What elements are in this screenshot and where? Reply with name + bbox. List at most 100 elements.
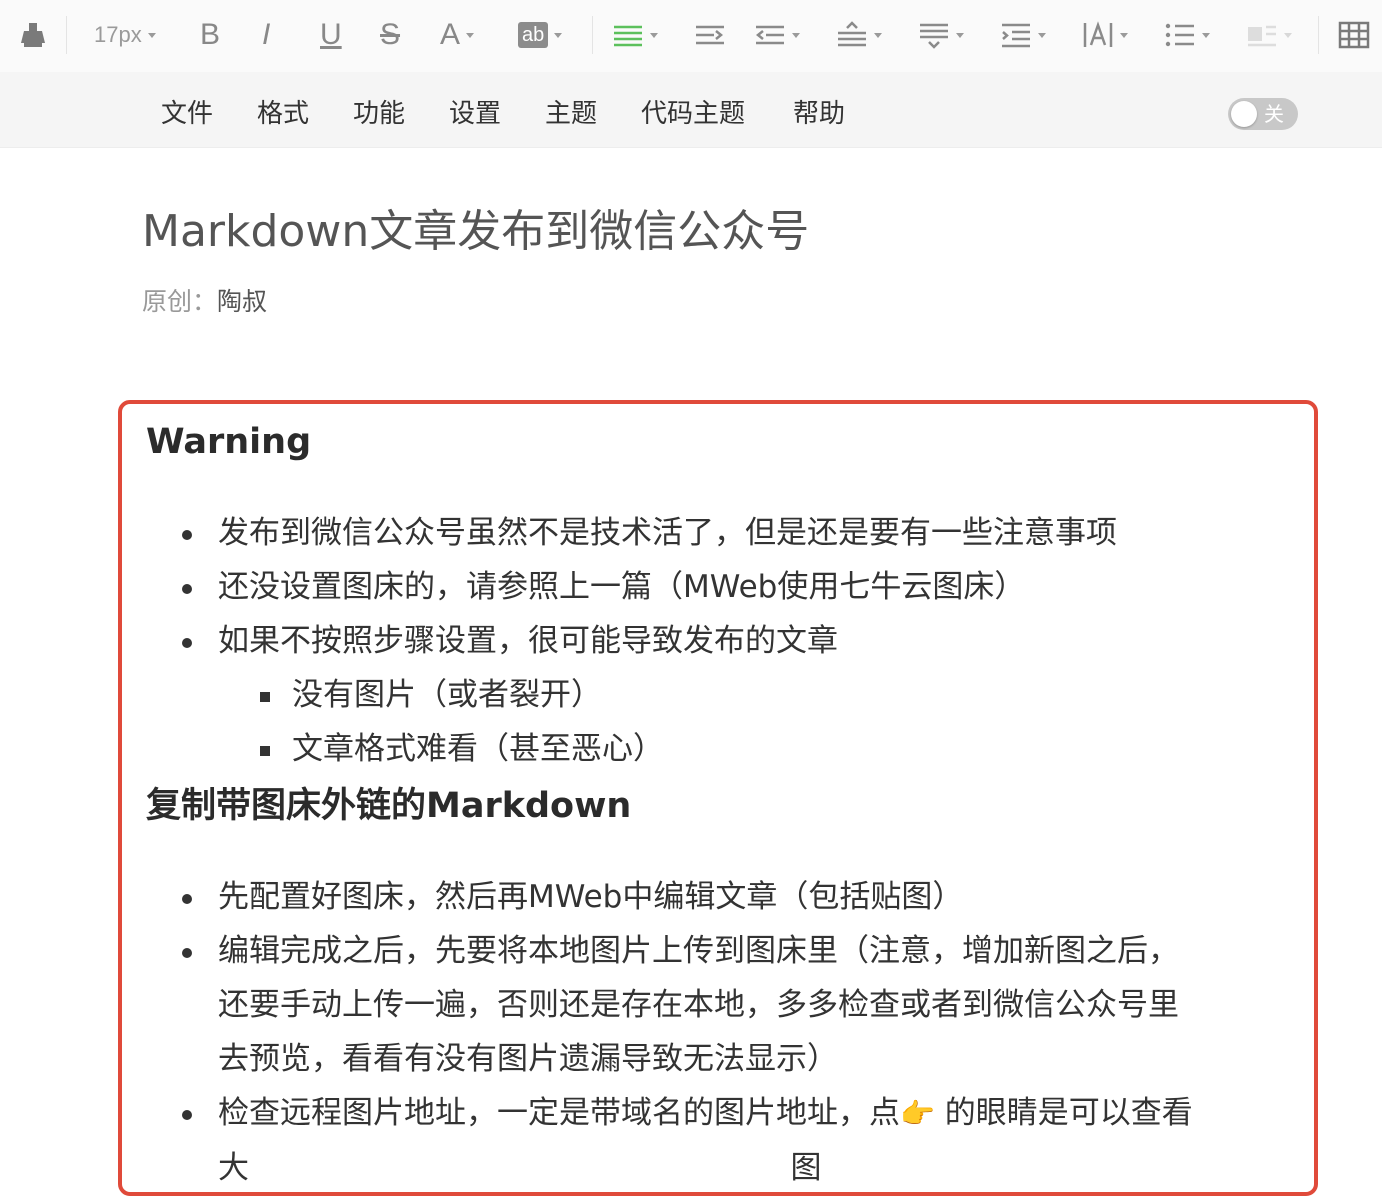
paragraph-spacing-button[interactable] bbox=[918, 16, 964, 54]
square-bullet-icon bbox=[260, 692, 270, 702]
author-line: 原创：陶叔 bbox=[142, 284, 267, 320]
list-item-text: 发布到微信公众号虽然不是技术活了，但是还是要有一些注意事项 bbox=[218, 515, 1117, 551]
bullet-icon bbox=[182, 638, 192, 648]
list-item-text-line: 大 图 的 bbox=[218, 1141, 1314, 1192]
warning-list: 发布到微信公众号虽然不是技术活了，但是还是要有一些注意事项 还没设置图床的，请参… bbox=[122, 506, 1117, 776]
image-float-icon bbox=[1248, 25, 1276, 47]
format-toolbar: 17px B I U S A ab bbox=[0, 0, 1382, 72]
clear-format-brush-icon[interactable] bbox=[18, 16, 48, 54]
chevron-down-icon bbox=[147, 32, 156, 38]
outdent-icon bbox=[755, 25, 784, 45]
indent-button[interactable] bbox=[694, 16, 726, 54]
highlight-button[interactable]: ab bbox=[518, 16, 563, 54]
article-title: Markdown文章发布到微信公众号 bbox=[142, 206, 810, 257]
underline-icon: U bbox=[320, 18, 342, 51]
highlight-icon: ab bbox=[518, 22, 549, 48]
bullet-icon bbox=[182, 948, 192, 958]
bullet-icon bbox=[182, 530, 192, 540]
sub-list-item: 没有图片（或者裂开） bbox=[122, 668, 1117, 722]
font-size-select[interactable]: 17px bbox=[94, 16, 156, 54]
paragraph-spacing-icon bbox=[920, 23, 948, 49]
toolbar-divider bbox=[66, 16, 67, 54]
menu-settings[interactable]: 设置 bbox=[449, 98, 501, 130]
list-button[interactable] bbox=[1164, 16, 1210, 54]
chevron-down-icon bbox=[874, 32, 882, 38]
warning-heading: Warning bbox=[146, 422, 312, 462]
bold-button[interactable]: B bbox=[200, 16, 220, 54]
bullet-icon bbox=[182, 894, 192, 904]
underline-button[interactable]: U bbox=[320, 16, 342, 54]
letter-spacing-icon bbox=[1083, 21, 1113, 47]
list-item-text: 先配置好图床，然后再MWeb中编辑文章（包括贴图） bbox=[218, 879, 964, 915]
list-item-text-line: 还要手动上传一遍，否则还是存在本地，多多检查或者到微信公众号里 bbox=[218, 987, 1179, 1023]
chevron-down-icon bbox=[1038, 32, 1046, 38]
sub-list-item: 文章格式难看（甚至恶心） bbox=[122, 722, 1117, 776]
font-color-icon: A bbox=[440, 18, 461, 51]
italic-icon: I bbox=[262, 18, 271, 51]
author-name: 陶叔 bbox=[217, 287, 268, 316]
toggle-knob bbox=[1231, 101, 1257, 127]
bullet-icon bbox=[182, 584, 192, 594]
line-height-button[interactable] bbox=[836, 16, 882, 54]
list-item-text: 还没设置图床的，请参照上一篇（MWeb使用七牛云图床） bbox=[218, 569, 1026, 605]
menu-code-theme[interactable]: 代码主题 bbox=[641, 98, 745, 130]
toolbar-divider bbox=[1318, 16, 1319, 54]
steps-list: 先配置好图床，然后再MWeb中编辑文章（包括贴图） 编辑完成之后，先要将本地图片… bbox=[122, 870, 1314, 1192]
italic-button[interactable]: I bbox=[262, 16, 270, 54]
list-item: 检查远程图片地址，一定是带域名的图片地址，点👉 的眼睛是可以查看 大 图 的 bbox=[122, 1086, 1314, 1192]
list-item-text: 图 bbox=[790, 1150, 822, 1186]
sub-list-item-text: 没有图片（或者裂开） bbox=[292, 677, 602, 713]
sub-list-item-text: 文章格式难看（甚至恶心） bbox=[292, 731, 664, 767]
menu-format[interactable]: 格式 bbox=[257, 98, 309, 130]
line-height-icon bbox=[838, 21, 866, 47]
toggle-switch[interactable]: 关 bbox=[1228, 98, 1298, 130]
chevron-down-icon bbox=[956, 32, 964, 38]
list-item: 发布到微信公众号虽然不是技术活了，但是还是要有一些注意事项 bbox=[122, 506, 1117, 560]
table-icon bbox=[1338, 21, 1370, 49]
chevron-down-icon bbox=[1202, 32, 1210, 38]
list-item-text: 大 bbox=[218, 1150, 249, 1186]
warning-box: Warning 发布到微信公众号虽然不是技术活了，但是还是要有一些注意事项 还没… bbox=[118, 400, 1318, 1196]
outdent-button[interactable] bbox=[754, 16, 800, 54]
chevron-down-icon bbox=[792, 32, 800, 38]
chevron-down-icon bbox=[466, 32, 475, 38]
letter-spacing-button[interactable] bbox=[1082, 16, 1128, 54]
toggle-label: 关 bbox=[1264, 102, 1284, 126]
indent-icon bbox=[696, 25, 724, 45]
table-button[interactable] bbox=[1338, 16, 1370, 54]
list-item: 如果不按照步骤设置，很可能导致发布的文章 bbox=[122, 614, 1117, 668]
menu-file[interactable]: 文件 bbox=[161, 98, 213, 130]
author-label: 原创： bbox=[142, 287, 218, 316]
text-indent-icon bbox=[1002, 23, 1030, 48]
list-item: 还没设置图床的，请参照上一篇（MWeb使用七牛云图床） bbox=[122, 560, 1117, 614]
list-item-text-line: 去预览，看看有没有图片遗漏导致无法显示） bbox=[218, 1041, 838, 1077]
bullet-icon bbox=[182, 1110, 192, 1120]
list-item: 先配置好图床，然后再MWeb中编辑文章（包括贴图） bbox=[122, 870, 1314, 924]
toolbar-divider bbox=[592, 16, 593, 54]
bold-icon: B bbox=[200, 18, 221, 51]
chevron-down-icon bbox=[650, 32, 658, 38]
chevron-down-icon bbox=[1120, 32, 1128, 38]
strikethrough-button[interactable]: S bbox=[380, 16, 400, 54]
section-heading: 复制带图床外链的Markdown bbox=[146, 786, 632, 826]
list-item-text-line: 编辑完成之后，先要将本地图片上传到图床里（注意，增加新图之后， bbox=[218, 933, 1179, 969]
list-item-text: 检查远程图片地址，一定是带域名的图片地址，点 bbox=[218, 1095, 900, 1131]
list-item-text: 的眼睛是可以查看 bbox=[944, 1095, 1193, 1131]
align-button[interactable] bbox=[612, 16, 658, 54]
pointing-hand-icon: 👉 bbox=[900, 1097, 935, 1130]
bullet-list-icon bbox=[1165, 23, 1194, 47]
font-size-value: 17px bbox=[94, 22, 142, 47]
strikethrough-icon: S bbox=[380, 18, 401, 51]
list-item-text: 如果不按照步骤设置，很可能导致发布的文章 bbox=[218, 623, 838, 659]
list-item-text-line: 检查远程图片地址，一定是带域名的图片地址，点👉 的眼睛是可以查看 bbox=[218, 1086, 1314, 1141]
menu-help[interactable]: 帮助 bbox=[793, 98, 845, 130]
align-justify-icon bbox=[614, 25, 642, 47]
image-float-button[interactable] bbox=[1246, 16, 1292, 54]
menu-theme[interactable]: 主题 bbox=[545, 98, 597, 130]
list-item: 编辑完成之后，先要将本地图片上传到图床里（注意，增加新图之后， 还要手动上传一遍… bbox=[122, 924, 1314, 1086]
font-color-button[interactable]: A bbox=[440, 16, 475, 54]
square-bullet-icon bbox=[260, 746, 270, 756]
text-indent-button[interactable] bbox=[1000, 16, 1046, 54]
chevron-down-icon bbox=[554, 32, 563, 38]
menu-features[interactable]: 功能 bbox=[353, 98, 405, 130]
